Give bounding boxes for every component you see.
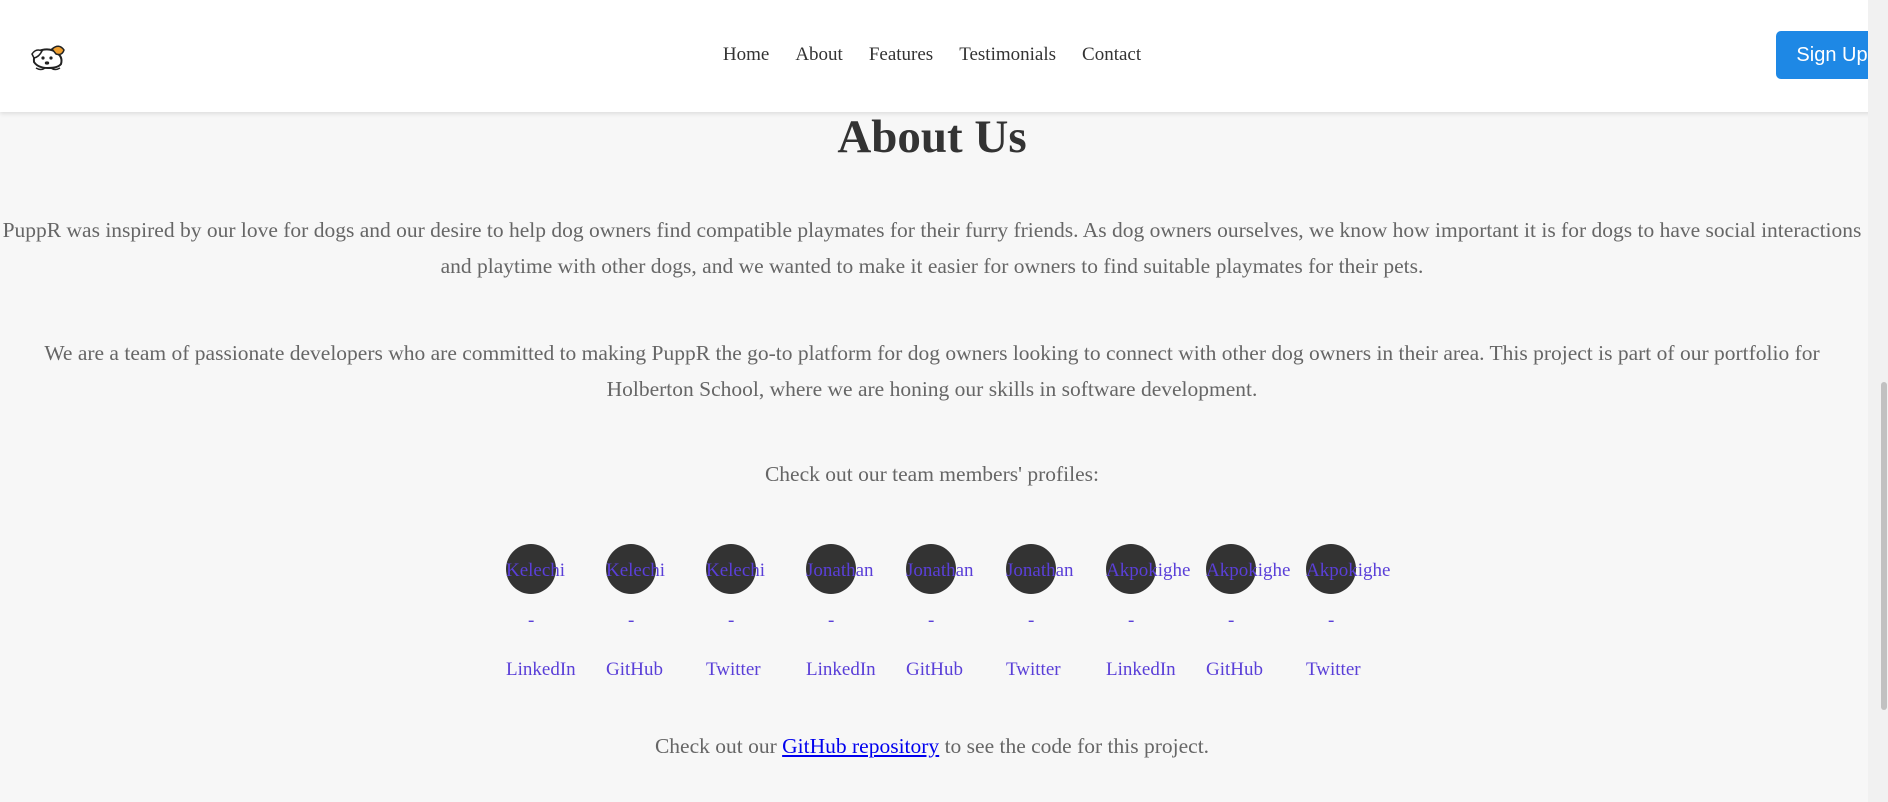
team-heading: Check out our team members' profiles: [764, 462, 1100, 486]
page-scrollbar-thumb[interactable] [1881, 382, 1887, 710]
member-name: Kelechi [506, 560, 566, 581]
member-platform: LinkedIn [806, 659, 876, 680]
member-name: Akpokighe [1106, 560, 1191, 581]
member-separator: - [728, 610, 735, 631]
nav-about[interactable]: About [795, 44, 843, 66]
member-name: Akpokighe [1206, 560, 1291, 581]
member-platform: Twitter [706, 659, 761, 680]
nav-home[interactable]: Home [723, 44, 769, 66]
member-separator: - [528, 610, 535, 631]
team-member-card: Jonathan - LinkedIn [806, 540, 906, 690]
about-paragraph-2: We are a team of passionate developers w… [44, 341, 1820, 401]
member-name: Akpokighe [1306, 560, 1391, 581]
github-repository-link[interactable]: GitHub repository [782, 734, 939, 758]
member-platform: Twitter [1006, 659, 1061, 680]
member-platform: LinkedIn [1106, 659, 1176, 680]
member-separator: - [1328, 610, 1335, 631]
member-platform: GitHub [606, 659, 663, 680]
repo-suffix: to see the code for this project. [939, 734, 1210, 758]
repo-prefix: Check out our [654, 734, 783, 758]
navbar: Home About Features Testimonials Contact… [0, 0, 1888, 112]
member-platform: GitHub [1206, 659, 1263, 680]
member-platform: LinkedIn [506, 659, 576, 680]
team-member-card: Akpokighe - LinkedIn [1106, 540, 1206, 690]
member-separator: - [1228, 610, 1235, 631]
member-separator: - [1028, 610, 1035, 631]
team-member-card: Akpokighe - Twitter [1306, 540, 1406, 690]
team-member-card: Jonathan - Twitter [1006, 540, 1106, 690]
repo-text: Check out our GitHub repository to see t… [0, 728, 1864, 764]
member-platform: Twitter [1306, 659, 1361, 680]
member-name: Jonathan [906, 560, 974, 581]
team-member-card: Kelechi - Twitter [706, 540, 806, 690]
nav-links: Home About Features Testimonials Contact [0, 44, 1864, 66]
member-name: Jonathan [806, 560, 874, 581]
member-separator: - [828, 610, 835, 631]
team-member-card: Jonathan - GitHub [906, 540, 1006, 690]
member-platform: GitHub [906, 659, 963, 680]
member-name: Kelechi [706, 560, 766, 581]
nav-testimonials[interactable]: Testimonials [959, 44, 1056, 66]
team-member-card: Kelechi - GitHub [606, 540, 706, 690]
about-title: About Us [837, 111, 1027, 163]
team-members: Kelechi - LinkedIn Kelechi - GitHub Kele… [0, 540, 1888, 690]
nav-contact[interactable]: Contact [1082, 44, 1141, 66]
member-name: Kelechi [606, 560, 666, 581]
team-member-card: Kelechi - LinkedIn [506, 540, 606, 690]
nav-features[interactable]: Features [869, 44, 933, 66]
about-paragraph-1: PuppR was inspired by our love for dogs … [2, 218, 1862, 278]
member-separator: - [1128, 610, 1135, 631]
member-separator: - [628, 610, 635, 631]
member-name: Jonathan [1006, 560, 1074, 581]
team-member-card: Akpokighe - GitHub [1206, 540, 1306, 690]
member-separator: - [928, 610, 935, 631]
